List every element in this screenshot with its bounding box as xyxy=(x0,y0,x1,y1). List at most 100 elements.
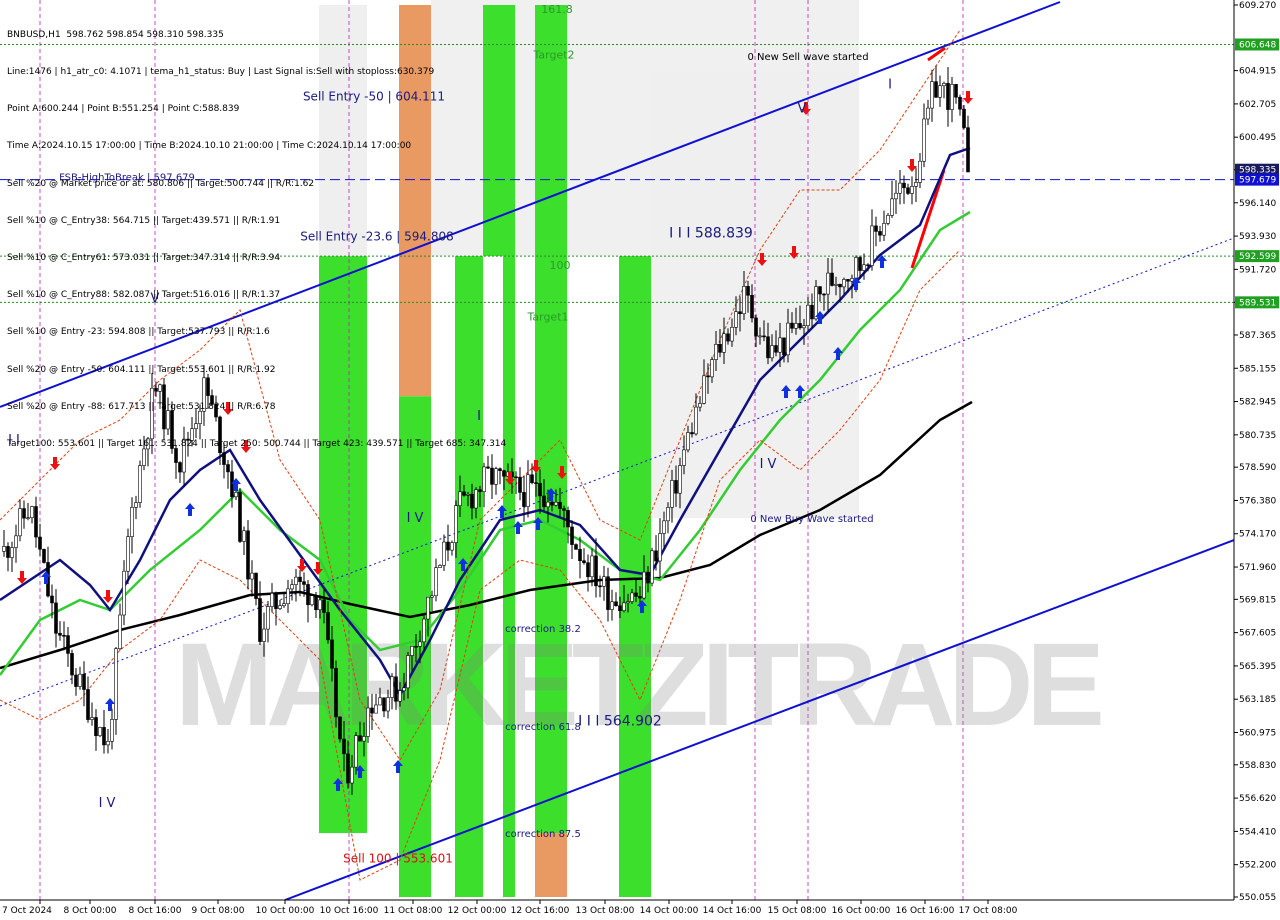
annotation-20: correction 87.5 xyxy=(505,829,581,840)
candle-body-32 xyxy=(130,507,134,538)
candle-body-203 xyxy=(814,286,818,320)
header-line-status: Line:1476 | h1_atr_c0: 4.1071 | tema_h1_… xyxy=(7,67,435,78)
y-tick-label-0: 609.270 xyxy=(1239,1,1276,11)
candle-body-202 xyxy=(810,304,814,320)
candle-body-201 xyxy=(806,304,810,326)
candle-body-114 xyxy=(458,491,462,506)
candle-body-120 xyxy=(482,466,486,492)
candle-body-165 xyxy=(662,520,666,534)
candle-body-179 xyxy=(718,343,722,353)
candle-body-169 xyxy=(678,465,682,494)
candle-body-138 xyxy=(554,501,558,506)
candle-body-188 xyxy=(754,317,758,337)
candle-body-159 xyxy=(638,596,642,599)
annotation-1: Target2 xyxy=(532,48,574,61)
candle-body-74 xyxy=(298,576,302,582)
candle-body-193 xyxy=(774,345,778,353)
candle-body-139 xyxy=(558,501,562,509)
header-line-sell-e50: Sell %20 @ Entry -50: 604.111 || Target:… xyxy=(7,364,276,375)
y-tick-label-6: 593.930 xyxy=(1239,232,1276,242)
header-info: BNBUSD,H1 598.762 598.854 598.310 598.33… xyxy=(7,4,506,463)
candle-body-236 xyxy=(946,83,950,110)
candle-body-224 xyxy=(898,182,902,194)
y-tick-label-14: 576.380 xyxy=(1239,496,1276,506)
candle-body-16 xyxy=(66,635,70,654)
candle-body-192 xyxy=(770,345,774,359)
candle-body-20 xyxy=(82,673,86,690)
candle-body-214 xyxy=(858,257,862,271)
candle-body-108 xyxy=(434,567,438,597)
x-tick-label-10: 14 Oct 00:00 xyxy=(640,906,699,916)
annotation-19: I I I 564.902 xyxy=(578,714,662,730)
candle-body-119 xyxy=(478,489,482,492)
y-tick-label-24: 554.410 xyxy=(1239,827,1276,837)
candle-body-160 xyxy=(642,571,646,599)
candle-body-123 xyxy=(494,468,498,485)
candle-body-129 xyxy=(518,476,522,493)
candle-body-145 xyxy=(582,560,586,564)
x-tick-label-14: 16 Oct 16:00 xyxy=(896,906,955,916)
candle-body-17 xyxy=(70,653,74,676)
candle-body-77 xyxy=(310,595,314,606)
candle-body-176 xyxy=(706,375,710,378)
y-tick-label-22: 558.830 xyxy=(1239,761,1276,771)
y-tick-label-3: 600.495 xyxy=(1239,133,1276,143)
candle-body-194 xyxy=(778,337,782,353)
candle-body-115 xyxy=(462,491,466,496)
candle-body-107 xyxy=(430,595,434,598)
candle-body-150 xyxy=(602,576,606,587)
candle-body-153 xyxy=(614,601,618,607)
candle-body-28 xyxy=(114,648,118,720)
candle-body-238 xyxy=(954,84,958,98)
zone-block-8 xyxy=(535,833,567,897)
candle-body-5 xyxy=(22,508,26,519)
candle-body-98 xyxy=(394,676,398,702)
candle-body-140 xyxy=(562,508,566,511)
candle-body-232 xyxy=(930,81,934,109)
x-tick-label-15: 17 Oct 08:00 xyxy=(959,906,1018,916)
candle-body-23 xyxy=(94,717,98,737)
y-tick-label-16: 571.960 xyxy=(1239,563,1276,573)
header-line-symbol: BNBUSD,H1 598.762 598.854 598.310 598.33… xyxy=(7,29,224,40)
y-tick-label-19: 565.395 xyxy=(1239,662,1276,672)
candle-body-172 xyxy=(690,432,694,435)
candle-body-13 xyxy=(54,602,58,634)
candle-body-173 xyxy=(694,406,698,435)
candle-body-66 xyxy=(266,606,270,630)
price-tag-label-3: 592.599 xyxy=(1239,252,1276,262)
candle-body-136 xyxy=(546,501,550,508)
candle-body-141 xyxy=(566,510,570,528)
candle-body-207 xyxy=(830,272,834,286)
candle-body-101 xyxy=(406,655,410,689)
candle-body-199 xyxy=(798,323,802,329)
candle-body-164 xyxy=(658,533,662,562)
x-tick-label-5: 10 Oct 16:00 xyxy=(320,906,379,916)
candle-body-99 xyxy=(398,690,402,702)
price-tag-label-4: 589.531 xyxy=(1239,298,1276,308)
candle-body-237 xyxy=(950,84,954,110)
candle-body-60 xyxy=(242,530,246,542)
candle-body-0 xyxy=(2,546,6,552)
candle-body-217 xyxy=(870,225,874,266)
header-line-sell-c88: Sell %10 @ C_Entry88: 582.087 || Target:… xyxy=(7,290,281,301)
candle-body-91 xyxy=(366,707,370,737)
annotation-15: I V xyxy=(760,457,777,472)
x-tick-label-13: 16 Oct 00:00 xyxy=(832,906,891,916)
candle-body-171 xyxy=(686,432,690,451)
x-tick-label-6: 11 Oct 08:00 xyxy=(384,906,443,916)
candle-body-62 xyxy=(250,572,254,580)
candle-body-182 xyxy=(730,326,734,342)
annotation-18: correction 61.8 xyxy=(505,722,581,733)
candle-body-133 xyxy=(534,482,538,484)
candle-body-198 xyxy=(794,323,798,329)
candle-body-122 xyxy=(490,467,494,485)
x-tick-label-9: 13 Oct 08:00 xyxy=(576,906,635,916)
x-tick-label-11: 14 Oct 16:00 xyxy=(703,906,762,916)
candle-body-200 xyxy=(802,325,806,329)
candle-body-33 xyxy=(134,502,138,508)
candle-body-82 xyxy=(330,639,334,669)
candle-body-154 xyxy=(618,605,622,612)
candle-body-71 xyxy=(286,588,290,605)
annotation-16: 0 New Buy Wave started xyxy=(750,514,873,525)
candle-body-148 xyxy=(594,555,598,587)
